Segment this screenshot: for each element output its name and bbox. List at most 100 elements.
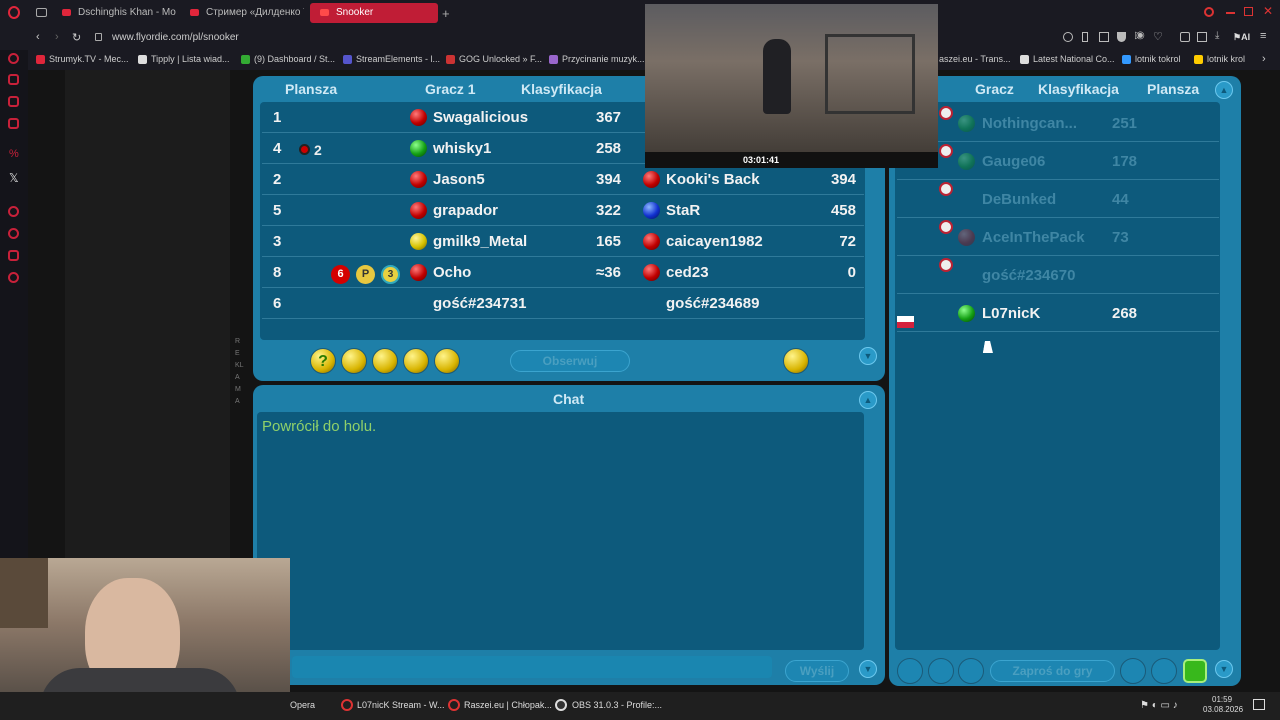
col-header-board[interactable]: Plansza bbox=[1147, 81, 1199, 97]
bookmark[interactable]: Strumyk.TV - Mec... bbox=[36, 54, 129, 64]
chat-collapse-icon[interactable]: ▲ bbox=[859, 391, 877, 409]
table-row[interactable]: 3 gmilk9_Metal 165 caicayen1982 72 bbox=[262, 226, 864, 257]
table-player2-name[interactable]: StaR bbox=[666, 202, 700, 219]
table-player1-rank[interactable]: 322 bbox=[596, 202, 621, 219]
search-tabs-icon[interactable] bbox=[1204, 7, 1214, 17]
table-player1-name[interactable]: whisky1 bbox=[433, 140, 491, 157]
instagram-icon[interactable] bbox=[8, 118, 19, 129]
tab-overview-icon[interactable] bbox=[36, 8, 47, 17]
help-icon[interactable]: ? bbox=[310, 348, 336, 374]
send-button[interactable]: Wyślij bbox=[785, 660, 849, 682]
player-name[interactable]: DeBunked bbox=[982, 191, 1056, 208]
observe-button[interactable]: Obserwuj bbox=[510, 350, 630, 372]
table-player1-name[interactable]: grapador bbox=[433, 202, 498, 219]
back-icon[interactable]: ‹ bbox=[36, 31, 40, 43]
table-player1-rank[interactable]: 367 bbox=[596, 109, 621, 126]
col-header-rank[interactable]: Klasyfikacja bbox=[1038, 81, 1119, 97]
table-row[interactable]: 6 gość#234731 gość#234689 bbox=[262, 288, 864, 319]
chat-input[interactable] bbox=[292, 656, 772, 678]
table-player1-name[interactable]: Ocho bbox=[433, 264, 471, 281]
wallet-icon[interactable] bbox=[1197, 32, 1207, 42]
messenger-icon[interactable] bbox=[8, 53, 19, 64]
col-header-player1[interactable]: Gracz 1 bbox=[425, 81, 476, 97]
tray-icons[interactable]: ⚑ ◐ ▭ ♪ bbox=[1140, 700, 1178, 711]
table-player1-name[interactable]: gość#234731 bbox=[433, 295, 526, 312]
zoom-icon[interactable] bbox=[1063, 32, 1073, 42]
col-header-rank[interactable]: Klasyfikacja bbox=[521, 81, 602, 97]
bookmark[interactable]: StreamElements - l... bbox=[343, 54, 440, 64]
bookmark[interactable]: GOG Unlocked » F... bbox=[446, 54, 542, 64]
opera-logo-icon[interactable] bbox=[8, 6, 20, 19]
players-bottom-chevron-icon[interactable]: ▼ bbox=[1215, 660, 1233, 678]
table-player2-name[interactable]: caicayen1982 bbox=[666, 233, 763, 250]
url-field[interactable]: www.flyordie.com/pl/snooker bbox=[112, 32, 239, 43]
extensions-icon[interactable] bbox=[1180, 32, 1190, 42]
table-player1-rank[interactable]: 165 bbox=[596, 233, 621, 250]
menu-icon[interactable]: ≡ bbox=[1260, 30, 1266, 42]
invite-button[interactable]: Zaproś do gry bbox=[990, 660, 1115, 682]
collapse-tables-icon[interactable]: ▼ bbox=[859, 347, 877, 365]
bookmarks-more-icon[interactable]: › bbox=[1262, 53, 1266, 65]
shield-icon[interactable] bbox=[1117, 32, 1126, 42]
history-icon[interactable] bbox=[8, 228, 19, 239]
chat-bubbles-icon[interactable] bbox=[341, 348, 367, 374]
ranking-icon[interactable] bbox=[403, 348, 429, 374]
player-name[interactable]: Gauge06 bbox=[982, 153, 1045, 170]
bookmark[interactable]: Latest National Co... bbox=[1020, 54, 1115, 64]
table-player1-rank[interactable]: 394 bbox=[596, 171, 621, 188]
power-icon[interactable] bbox=[1151, 658, 1177, 684]
table-row[interactable]: 8 Ocho ≈36 ced23 0 bbox=[262, 257, 864, 288]
player-icon[interactable] bbox=[8, 74, 19, 85]
bookmark[interactable]: (9) Dashboard / St... bbox=[241, 54, 335, 64]
settings-icon[interactable] bbox=[8, 272, 19, 283]
music-icon[interactable] bbox=[8, 206, 19, 217]
heart-icon[interactable]: ♡ bbox=[1153, 30, 1163, 43]
player-name[interactable]: AceInThePack bbox=[982, 229, 1085, 246]
taskbar-raszei[interactable]: Raszei.eu | Chłopak... bbox=[464, 700, 552, 710]
table-player1-name[interactable]: Swagalicious bbox=[433, 109, 528, 126]
table-player1-name[interactable]: Jason5 bbox=[433, 171, 485, 188]
tab-dschinghis[interactable]: Dschinghis Khan - Mos bbox=[52, 3, 176, 23]
players-tool-icon[interactable] bbox=[897, 658, 923, 684]
tab-streamer[interactable]: Стример «Дилденко TV» | bbox=[180, 3, 304, 23]
x-icon[interactable]: 𝕏 bbox=[9, 171, 19, 185]
bookmark[interactable]: lotnik tokrol bbox=[1122, 54, 1181, 64]
player-row[interactable]: L07nicK 268 bbox=[897, 294, 1219, 332]
taskbar-obs[interactable]: OBS 31.0.3 - Profile:... bbox=[572, 700, 662, 710]
trophy-icon[interactable] bbox=[372, 348, 398, 374]
player-row[interactable]: DeBunked 44 bbox=[897, 180, 1219, 218]
player-name[interactable]: L07nicK bbox=[982, 305, 1040, 322]
download-icon[interactable]: ⤓ bbox=[1215, 30, 1219, 41]
players-collapse-icon[interactable]: ▲ bbox=[1215, 81, 1233, 99]
bookmark[interactable]: aszei.eu - Trans... bbox=[926, 54, 1011, 64]
col-header-board[interactable]: Plansza bbox=[285, 81, 337, 97]
table-player1-rank[interactable]: 258 bbox=[596, 140, 621, 157]
bookmark[interactable]: Przycinanie muzyk... bbox=[549, 54, 645, 64]
table-player1-name[interactable]: gmilk9_Metal bbox=[433, 233, 527, 250]
friends-icon[interactable] bbox=[958, 658, 984, 684]
taskbar-stream[interactable]: L07nicK Stream - W... bbox=[357, 700, 445, 710]
reload-icon[interactable]: ↻ bbox=[72, 31, 81, 44]
snapshot-icon[interactable] bbox=[1099, 32, 1109, 42]
tab-snooker[interactable]: Snooker bbox=[310, 3, 438, 23]
forward-icon[interactable]: › bbox=[55, 31, 59, 43]
col-header-player[interactable]: Gracz bbox=[975, 81, 1014, 97]
table-row[interactable]: 5 grapador 322 StaR 458 bbox=[262, 195, 864, 226]
ai-icon[interactable]: ⚑AI bbox=[1233, 32, 1250, 43]
player-row[interactable]: Gauge06 178 bbox=[897, 142, 1219, 180]
play-icon[interactable]: ▷ bbox=[1135, 30, 1143, 41]
table-row[interactable]: 2 Jason5 394 Kooki's Back 394 bbox=[262, 164, 864, 195]
downloads-icon[interactable] bbox=[8, 250, 19, 261]
table-player1-rank[interactable]: ≈36 bbox=[596, 264, 621, 281]
bookmark[interactable]: Tipply | Lista wiad... bbox=[138, 54, 230, 64]
notifications-icon[interactable] bbox=[1253, 699, 1265, 710]
close-icon[interactable]: ✕ bbox=[1263, 4, 1273, 18]
more-icon[interactable] bbox=[1120, 658, 1146, 684]
player-name[interactable]: gość#234670 bbox=[982, 267, 1075, 284]
table-player2-name[interactable]: gość#234689 bbox=[666, 295, 759, 312]
percent-icon[interactable]: % bbox=[9, 148, 19, 160]
new-tab-icon[interactable]: + bbox=[442, 6, 450, 21]
chat-send-arrow-icon[interactable]: ▼ bbox=[859, 660, 877, 678]
tv-icon[interactable] bbox=[8, 96, 19, 107]
player-row[interactable]: AceInThePack 73 bbox=[897, 218, 1219, 256]
